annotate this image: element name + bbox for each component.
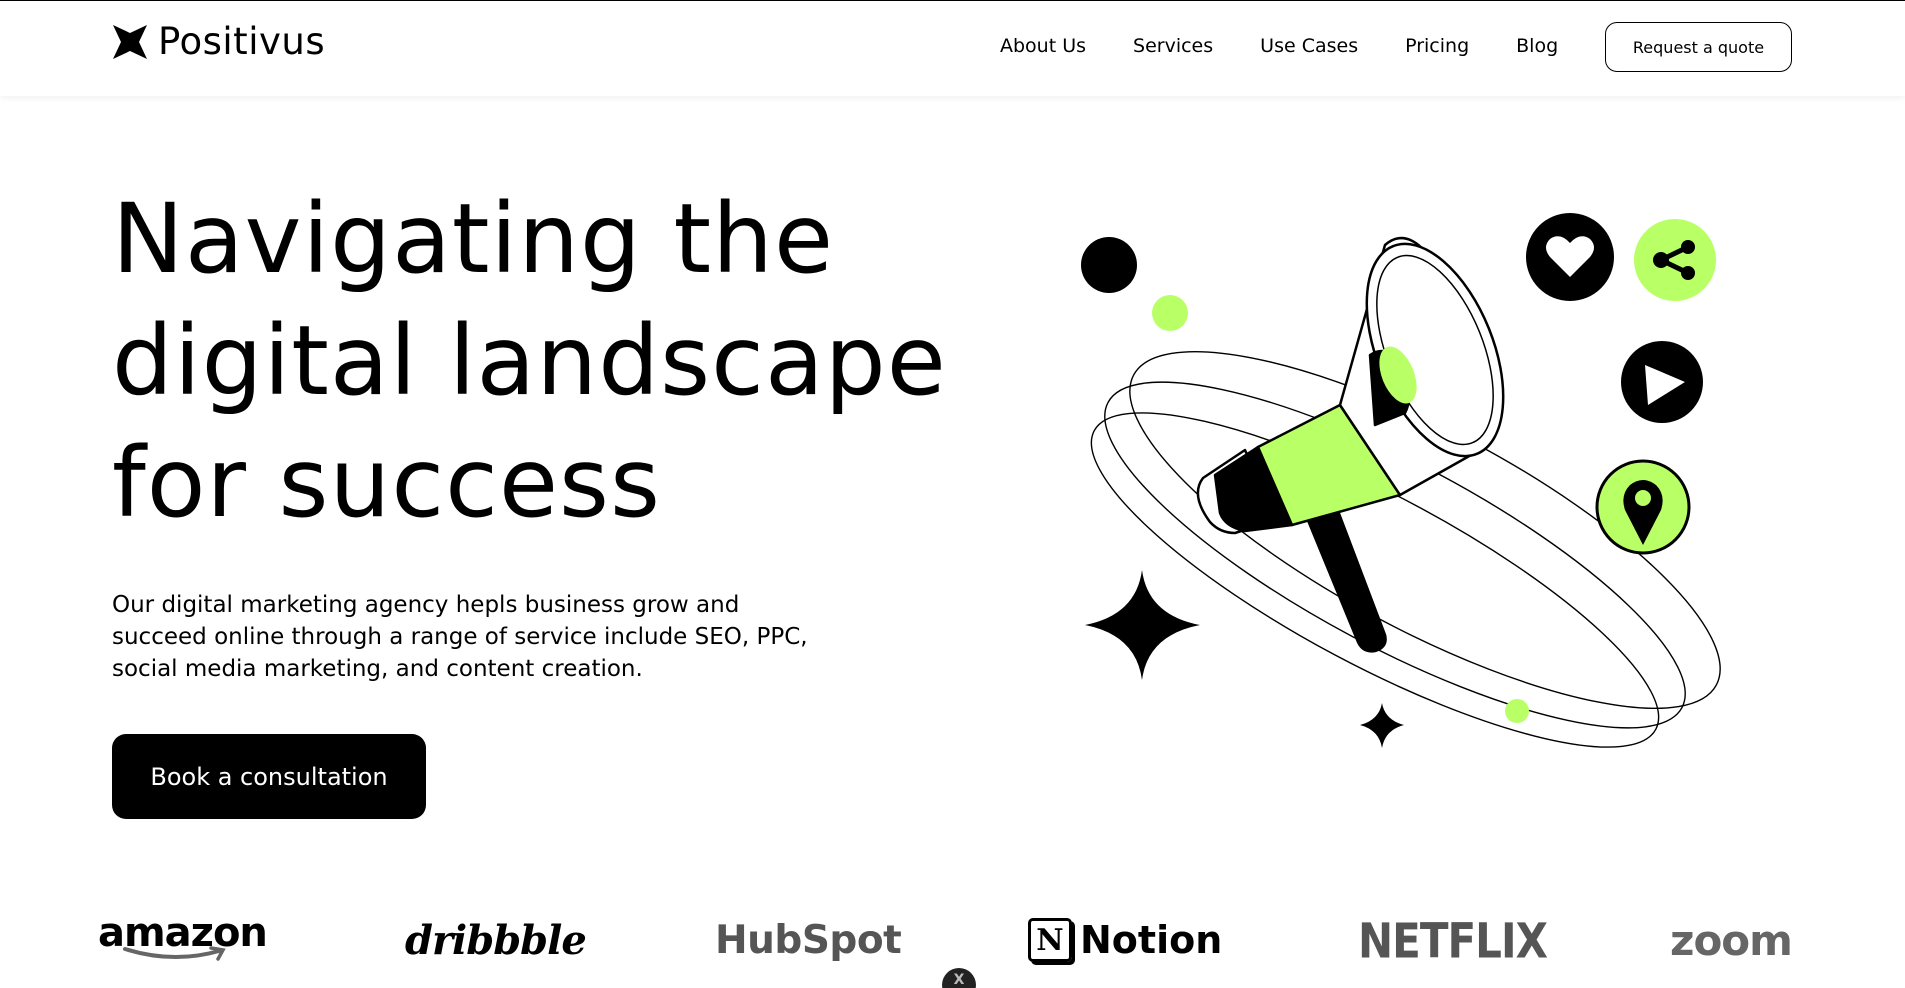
zoom-logo: zoom bbox=[1670, 910, 1793, 970]
dribbble-logo: dribbble bbox=[405, 910, 587, 970]
black-dot bbox=[1081, 237, 1137, 293]
nav-blog[interactable]: Blog bbox=[1516, 32, 1558, 60]
accent-dot bbox=[1505, 699, 1529, 723]
share-badge bbox=[1634, 219, 1716, 301]
main-nav: About Us Services Use Cases Pricing Blog bbox=[1000, 32, 1558, 60]
accent-dot bbox=[1152, 295, 1188, 331]
amazon-logo: amazon bbox=[98, 910, 268, 970]
amazon-smile-icon bbox=[123, 946, 226, 961]
hubspot-wordmark: HubSpot bbox=[715, 917, 902, 963]
notion-wordmark: Notion bbox=[1080, 918, 1223, 962]
nav-pricing[interactable]: Pricing bbox=[1405, 32, 1469, 60]
hero-title-line: for success bbox=[112, 427, 662, 539]
notion-icon: N bbox=[1028, 918, 1072, 962]
dribbble-wordmark: dribbble bbox=[405, 916, 587, 964]
nav-about-us[interactable]: About Us bbox=[1000, 32, 1086, 60]
hero-description-line: Our digital marketing agency hepls busin… bbox=[112, 592, 740, 618]
hubspot-logo: HubSpot bbox=[715, 910, 902, 970]
site-header: Positivus About Us Services Use Cases Pr… bbox=[0, 1, 1905, 96]
brand-logo[interactable]: Positivus bbox=[112, 22, 325, 62]
netflix-wordmark: NETFLIX bbox=[1358, 911, 1548, 969]
positivus-logo-icon bbox=[113, 25, 147, 59]
play-badge bbox=[1621, 341, 1703, 423]
hero-title: Navigating the digital landscape for suc… bbox=[112, 178, 972, 544]
sparkle-star-icon bbox=[1360, 703, 1404, 748]
hero-illustration bbox=[1081, 213, 1721, 748]
sparkle-star-icon bbox=[1085, 570, 1200, 680]
hero-description: Our digital marketing agency hepls busin… bbox=[112, 589, 882, 685]
hero-title-line: digital landscape bbox=[112, 305, 947, 417]
nav-use-cases[interactable]: Use Cases bbox=[1260, 32, 1358, 60]
location-badge bbox=[1595, 459, 1691, 555]
book-consultation-button[interactable]: Book a consultation bbox=[112, 734, 426, 819]
hero-description-line: succeed online through a range of servic… bbox=[112, 624, 808, 650]
netflix-logo: NETFLIX bbox=[1358, 906, 1548, 975]
hero-title-line: Navigating the bbox=[112, 183, 835, 295]
megaphone-icon bbox=[1196, 236, 1505, 653]
hero-description-line: social media marketing, and content crea… bbox=[112, 656, 643, 682]
notion-logo: N Notion bbox=[1028, 910, 1222, 970]
zoom-wordmark: zoom bbox=[1670, 915, 1793, 965]
request-quote-button[interactable]: Request a quote bbox=[1605, 22, 1792, 72]
heart-badge bbox=[1526, 213, 1614, 301]
nav-services[interactable]: Services bbox=[1133, 32, 1213, 60]
brand-name: Positivus bbox=[158, 20, 326, 63]
